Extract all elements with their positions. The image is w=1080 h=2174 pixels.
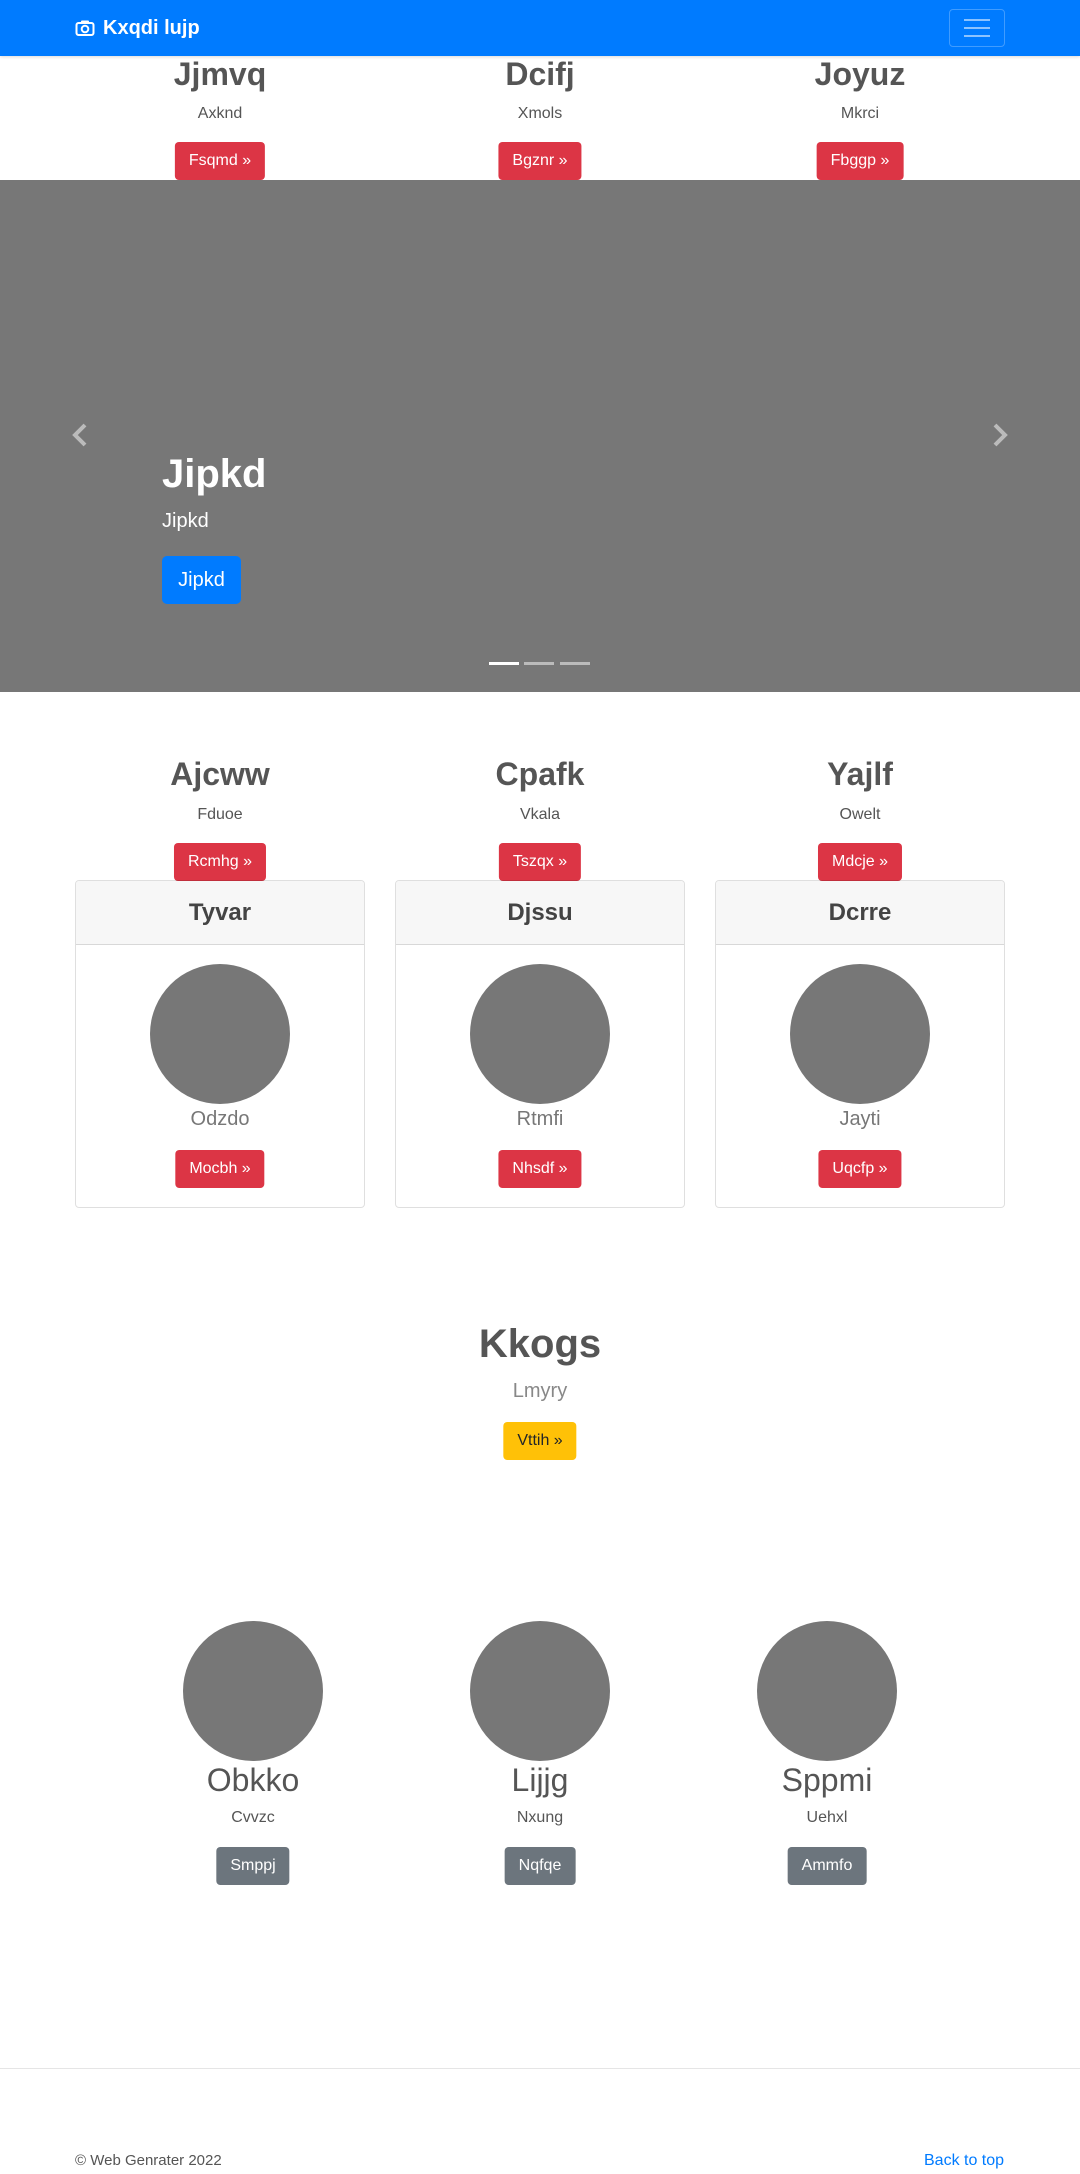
feature-title: Yajlf <box>827 756 893 792</box>
person-text: Cvvzc <box>231 1809 275 1826</box>
top-feature-title: Joyuz <box>814 56 906 92</box>
top-feature-button[interactable]: Fbggp » <box>816 142 904 180</box>
carousel-indicator[interactable] <box>489 662 519 665</box>
feature-text: Vkala <box>519 806 561 823</box>
person-name: Obkko <box>206 1762 300 1798</box>
card-button[interactable]: Mocbh » <box>175 1150 265 1188</box>
person-text: Nxung <box>516 1809 564 1826</box>
person-text: Uehxl <box>806 1809 848 1826</box>
top-feature-text: Axknd <box>197 105 243 122</box>
top-feature-title: Dcifj <box>505 56 575 92</box>
card-button[interactable]: Nhsdf » <box>498 1150 582 1188</box>
footer-copyright: © Web Genrater 2022 <box>75 2152 222 2169</box>
carousel-subtitle: Jipkd <box>162 510 209 532</box>
card-header: Dcrre <box>716 881 1004 945</box>
carousel-indicator[interactable] <box>524 662 554 665</box>
card-header: Tyvar <box>76 881 364 945</box>
feature-text: Fduoe <box>197 806 243 823</box>
feature-title: Ajcww <box>170 756 270 792</box>
card-image <box>150 964 290 1104</box>
card-button[interactable]: Uqcfp » <box>818 1150 902 1188</box>
top-feature-title: Jjmvq <box>173 56 267 92</box>
top-feature-text: Mkrci <box>840 105 880 122</box>
navbar-toggler-button[interactable] <box>949 9 1005 47</box>
card-header: Djssu <box>396 881 684 945</box>
hero-carousel <box>0 180 1080 692</box>
callout-title: Kkogs <box>478 1322 602 1366</box>
person-name: Sppmi <box>781 1762 873 1798</box>
footer-divider <box>0 2068 1080 2069</box>
camera-icon <box>75 20 95 36</box>
top-feature-button[interactable]: Fsqmd » <box>174 142 266 180</box>
carousel-indicator[interactable] <box>560 662 590 665</box>
feature-title: Cpafk <box>495 756 585 792</box>
feature-text: Owelt <box>839 806 881 823</box>
feature-button[interactable]: Mdcje » <box>817 843 903 881</box>
feature-button[interactable]: Rcmhg » <box>173 843 267 881</box>
carousel-button[interactable]: Jipkd <box>162 556 241 604</box>
chevron-right-icon[interactable] <box>986 422 1012 448</box>
card-image <box>470 964 610 1104</box>
card-caption: Jayti <box>839 1108 881 1130</box>
callout-text: Lmyry <box>512 1380 568 1402</box>
callout-button[interactable]: Vttih » <box>503 1422 577 1460</box>
carousel-title: Jipkd <box>162 452 267 496</box>
back-to-top-link[interactable]: Back to top <box>924 2152 1004 2170</box>
chevron-left-icon[interactable] <box>68 422 94 448</box>
card-image <box>790 964 930 1104</box>
person-image <box>183 1621 323 1761</box>
top-feature-button[interactable]: Bgznr » <box>498 142 582 180</box>
brand-name: Kxqdi lujp <box>103 16 200 39</box>
card-caption: Rtmfi <box>516 1108 564 1130</box>
person-image <box>470 1621 610 1761</box>
person-name: Lijjg <box>511 1762 569 1798</box>
person-button[interactable]: Smppj <box>216 1847 290 1885</box>
navbar: Kxqdi lujp <box>0 0 1080 56</box>
person-button[interactable]: Ammfo <box>787 1847 867 1885</box>
hamburger-icon <box>964 19 990 21</box>
person-image <box>757 1621 897 1761</box>
feature-button[interactable]: Tszqx » <box>498 843 582 881</box>
card-caption: Odzdo <box>190 1108 250 1130</box>
person-button[interactable]: Nqfqe <box>504 1847 576 1885</box>
top-feature-text: Xmols <box>517 105 563 122</box>
brand-link[interactable]: Kxqdi lujp <box>75 14 200 42</box>
